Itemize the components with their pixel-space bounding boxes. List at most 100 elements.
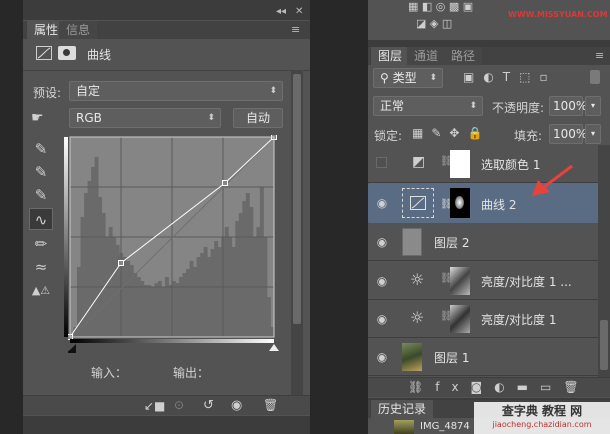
layer-name[interactable]: 亮度/对比度 1 xyxy=(481,311,557,328)
clip-to-layer-icon[interactable]: ↙■ xyxy=(144,399,165,413)
visibility-eye-icon[interactable]: ◉ xyxy=(231,398,242,413)
close-panel-icon[interactable]: ✕ xyxy=(295,6,303,17)
curves-graph[interactable] xyxy=(68,135,280,355)
opacity-input[interactable]: 100% xyxy=(549,96,587,116)
histogram-bar xyxy=(136,277,141,337)
layer-row-layer-1[interactable]: ◉ 图层 1 xyxy=(368,338,610,376)
target-adjust-hand-icon[interactable]: ☛ xyxy=(31,110,53,126)
draw-pencil-icon[interactable]: ✏ xyxy=(29,233,53,255)
panel-gap xyxy=(368,40,610,47)
scrollbar-thumb[interactable] xyxy=(600,320,608,370)
filter-type-value: 类型 xyxy=(392,71,417,85)
histogram-bar xyxy=(203,247,208,337)
histogram-bar xyxy=(172,281,176,337)
photo-mask-thumbnail[interactable] xyxy=(450,267,470,295)
histogram-bar xyxy=(242,201,247,337)
filter-kind-icons[interactable]: ▣◐T⬚▫ xyxy=(463,70,557,84)
histogram-bar xyxy=(214,241,219,337)
layer-name[interactable]: 亮度/对比度 1 ... xyxy=(481,273,572,290)
layer-name[interactable]: 图层 2 xyxy=(434,234,469,251)
layer-action-icons[interactable]: ⛓fx◙◐▬▭🗑 xyxy=(408,380,591,394)
layer-name[interactable]: 曲线 2 xyxy=(481,196,516,214)
visibility-off-box[interactable] xyxy=(376,157,387,168)
collapse-panel-icon[interactable]: ◂◂ xyxy=(276,6,286,17)
preset-select[interactable]: 自定 ⬍ xyxy=(69,81,283,101)
edit-points-curve-icon[interactable]: ∿ xyxy=(29,208,53,230)
lock-options-icons[interactable]: ▦✎✥🔒 xyxy=(412,126,490,140)
histogram-bar xyxy=(238,213,243,337)
visibility-eye-icon[interactable]: ◉ xyxy=(374,234,390,250)
photo-thumbnail[interactable] xyxy=(402,343,422,371)
histogram-bar xyxy=(94,157,99,337)
tab-info[interactable]: 信息 xyxy=(59,21,98,39)
reset-icon[interactable]: ↺ xyxy=(203,398,214,413)
clipping-warning-icon[interactable]: ▲⚠ xyxy=(29,280,53,302)
layers-menu-icon[interactable]: ≡ xyxy=(595,49,604,62)
curve-point[interactable] xyxy=(118,260,124,266)
auto-button[interactable]: 自动 xyxy=(233,108,283,128)
histogram-bar xyxy=(231,247,236,337)
panel-menu-icon[interactable]: ≡ xyxy=(291,23,300,36)
annotation-arrow xyxy=(532,164,573,196)
adjustments-strip: ▦ ◧ ◎ ▩ ▣ ◪ ◈ ◫ WWW.MISSYUAN.COM xyxy=(368,0,610,40)
histogram-bar xyxy=(133,273,138,337)
histogram-bar xyxy=(196,257,201,337)
black-point-eyedropper-icon[interactable]: ✎ xyxy=(29,138,53,160)
layer-filter-select[interactable]: ⚲ 类型 ⬍ xyxy=(373,68,443,88)
opacity-label: 不透明度: xyxy=(492,101,545,115)
visibility-eye-icon[interactable]: ◉ xyxy=(374,349,390,365)
opacity-dropdown-icon[interactable]: ▾ xyxy=(585,96,601,116)
history-item[interactable]: IMG_4874 xyxy=(420,421,470,432)
curve-point[interactable] xyxy=(222,180,229,186)
layers-scrollbar[interactable] xyxy=(598,145,610,377)
white-point-eyedropper-icon[interactable]: ✎ xyxy=(29,184,53,206)
layer-row-brightness-contrast[interactable]: ◉ ☼ ⛓ 亮度/对比度 1 xyxy=(368,300,610,338)
layer-thumbnail[interactable] xyxy=(402,228,422,256)
fill-input[interactable]: 100% xyxy=(549,124,587,144)
layer-row-layer-2[interactable]: ◉ 图层 2 xyxy=(368,223,610,261)
visibility-eye-icon[interactable]: ◉ xyxy=(374,311,390,327)
layer-mask-icon[interactable] xyxy=(58,46,76,60)
properties-panel: ◂◂ ✕ 属性 信息 ≡ 曲线 预设: 自定 ⬍ ☛ RGB ⬍ 自动 ✎ ✎ ✎ … xyxy=(23,0,310,434)
histogram-bar xyxy=(143,285,148,337)
gray-point-eyedropper-icon[interactable]: ✎ xyxy=(29,161,53,183)
tab-history[interactable]: 历史记录 xyxy=(371,400,434,418)
histogram-bar xyxy=(164,277,169,337)
channel-select[interactable]: RGB ⬍ xyxy=(69,108,221,128)
histogram-bar xyxy=(161,287,166,337)
adjustment-icons-row-1[interactable]: ▦ ◧ ◎ ▩ ▣ xyxy=(408,0,473,13)
delete-trash-icon[interactable]: 🗑 xyxy=(263,398,278,412)
updown-arrow-icon: ⬍ xyxy=(269,86,277,96)
histogram-bar xyxy=(179,277,183,337)
white-slider-handle[interactable] xyxy=(269,344,279,351)
layer-row-brightness-contrast-copy[interactable]: ◉ ☼ ⛓ 亮度/对比度 1 ... xyxy=(368,262,610,300)
input-label: 输入： xyxy=(91,366,128,380)
layers-panel-column: ▦ ◧ ◎ ▩ ▣ ◪ ◈ ◫ WWW.MISSYUAN.COM 图层 通道 路… xyxy=(368,0,610,434)
view-previous-icon[interactable]: ⊙ xyxy=(174,398,184,412)
scrollbar-thumb[interactable] xyxy=(293,74,301,324)
histogram-bar xyxy=(235,221,240,337)
layer-name[interactable]: 图层 1 xyxy=(434,349,469,366)
layer-mask-thumbnail[interactable] xyxy=(450,188,470,218)
layer-mask-thumbnail[interactable] xyxy=(450,150,470,178)
updown-arrow-icon: ⬍ xyxy=(469,101,477,111)
smooth-curve-icon[interactable]: ≈ xyxy=(29,256,53,278)
properties-footer: ↙■ ⊙ ↺ ◉ 🗑 xyxy=(23,395,310,415)
black-slider-handle[interactable] xyxy=(68,344,76,353)
adjustment-icons-row-2[interactable]: ◪ ◈ ◫ xyxy=(416,17,452,30)
photo-mask-thumbnail[interactable] xyxy=(450,305,470,333)
properties-scrollbar[interactable] xyxy=(291,70,303,396)
visibility-eye-icon[interactable]: ◉ xyxy=(374,273,390,289)
visibility-eye-icon[interactable]: ◉ xyxy=(374,195,390,211)
tab-paths[interactable]: 路径 xyxy=(444,47,483,65)
tab-layers[interactable]: 图层 xyxy=(371,47,410,65)
curves-adjustment-icon xyxy=(36,46,52,60)
histogram-bar xyxy=(91,167,96,337)
filter-toggle[interactable] xyxy=(590,70,600,84)
tab-channels[interactable]: 通道 xyxy=(407,47,446,65)
history-snapshot-thumbnail[interactable] xyxy=(394,420,414,434)
panel-top-strip: ◂◂ ✕ xyxy=(23,0,310,20)
blend-mode-select[interactable]: 正常 ⬍ xyxy=(373,96,483,116)
fill-dropdown-icon[interactable]: ▾ xyxy=(585,124,601,144)
top-watermark: WWW.MISSYUAN.COM xyxy=(508,10,608,19)
